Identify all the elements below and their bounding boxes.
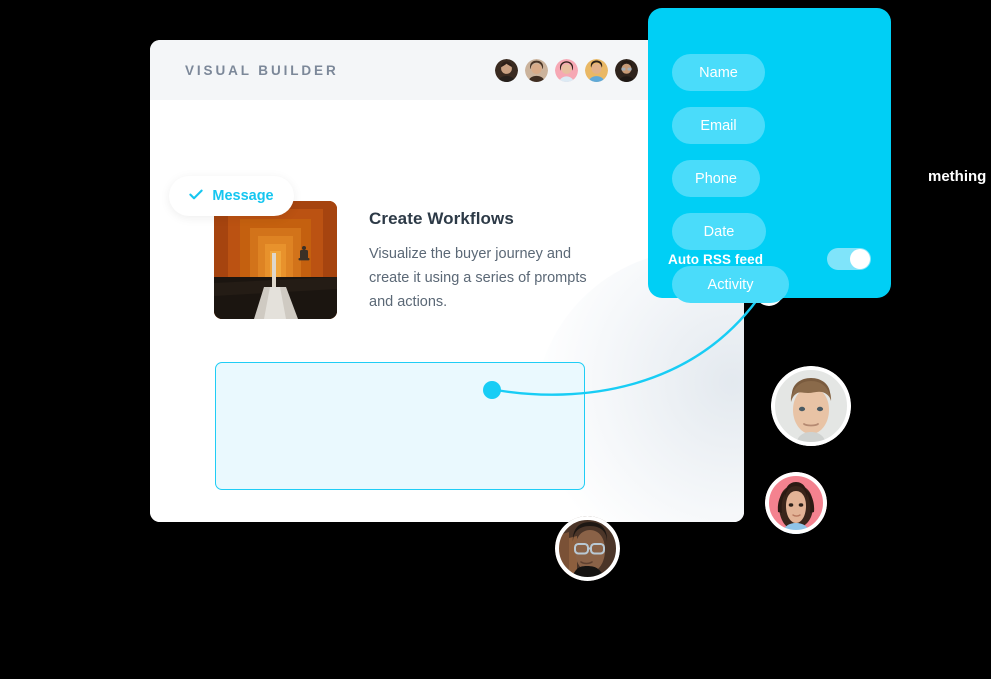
floating-avatar-woman[interactable] [765,472,827,534]
edge-cutoff-text: mething [928,168,987,185]
check-icon [189,187,204,205]
team-avatar-4[interactable] [585,58,608,82]
team-avatar-5[interactable] [615,58,638,82]
team-avatar-3[interactable] [555,58,578,82]
auto-rss-feed-toggle[interactable] [827,248,871,270]
field-pill-date[interactable]: Date [672,213,766,250]
floating-avatar-glasses[interactable] [555,516,620,581]
field-pill-activity[interactable]: Activity [672,266,789,303]
toggle-knob [850,249,870,269]
message-button[interactable]: Message [169,176,294,216]
field-pill-name[interactable]: Name [672,54,765,91]
workflow-drop-zone[interactable] [215,362,585,490]
auto-rss-feed-row: Auto RSS feed [668,248,871,270]
field-pill-email[interactable]: Email [672,107,765,144]
team-avatar-1[interactable] [495,58,518,82]
message-button-label: Message [212,188,274,204]
feature-block: Create Workflows Visualize the buyer jou… [214,201,613,319]
torii-gate-thumbnail-image [214,201,337,319]
feature-title: Create Workflows [369,209,514,228]
feature-description: Visualize the buyer journey and create i… [369,246,587,310]
floating-avatar-man[interactable] [771,366,851,446]
auto-rss-feed-label: Auto RSS feed [668,251,764,267]
field-pill-phone[interactable]: Phone [672,160,760,197]
screenshot-stage: VISUAL BUILDER Create Workflows Visualiz… [0,0,991,679]
feature-text-block: Create Workflows Visualize the buyer jou… [369,201,613,314]
team-avatar-2[interactable] [525,58,548,82]
page-title: VISUAL BUILDER [185,62,339,78]
form-fields-panel: Name Email Phone Date Activity Auto RSS … [648,8,891,303]
